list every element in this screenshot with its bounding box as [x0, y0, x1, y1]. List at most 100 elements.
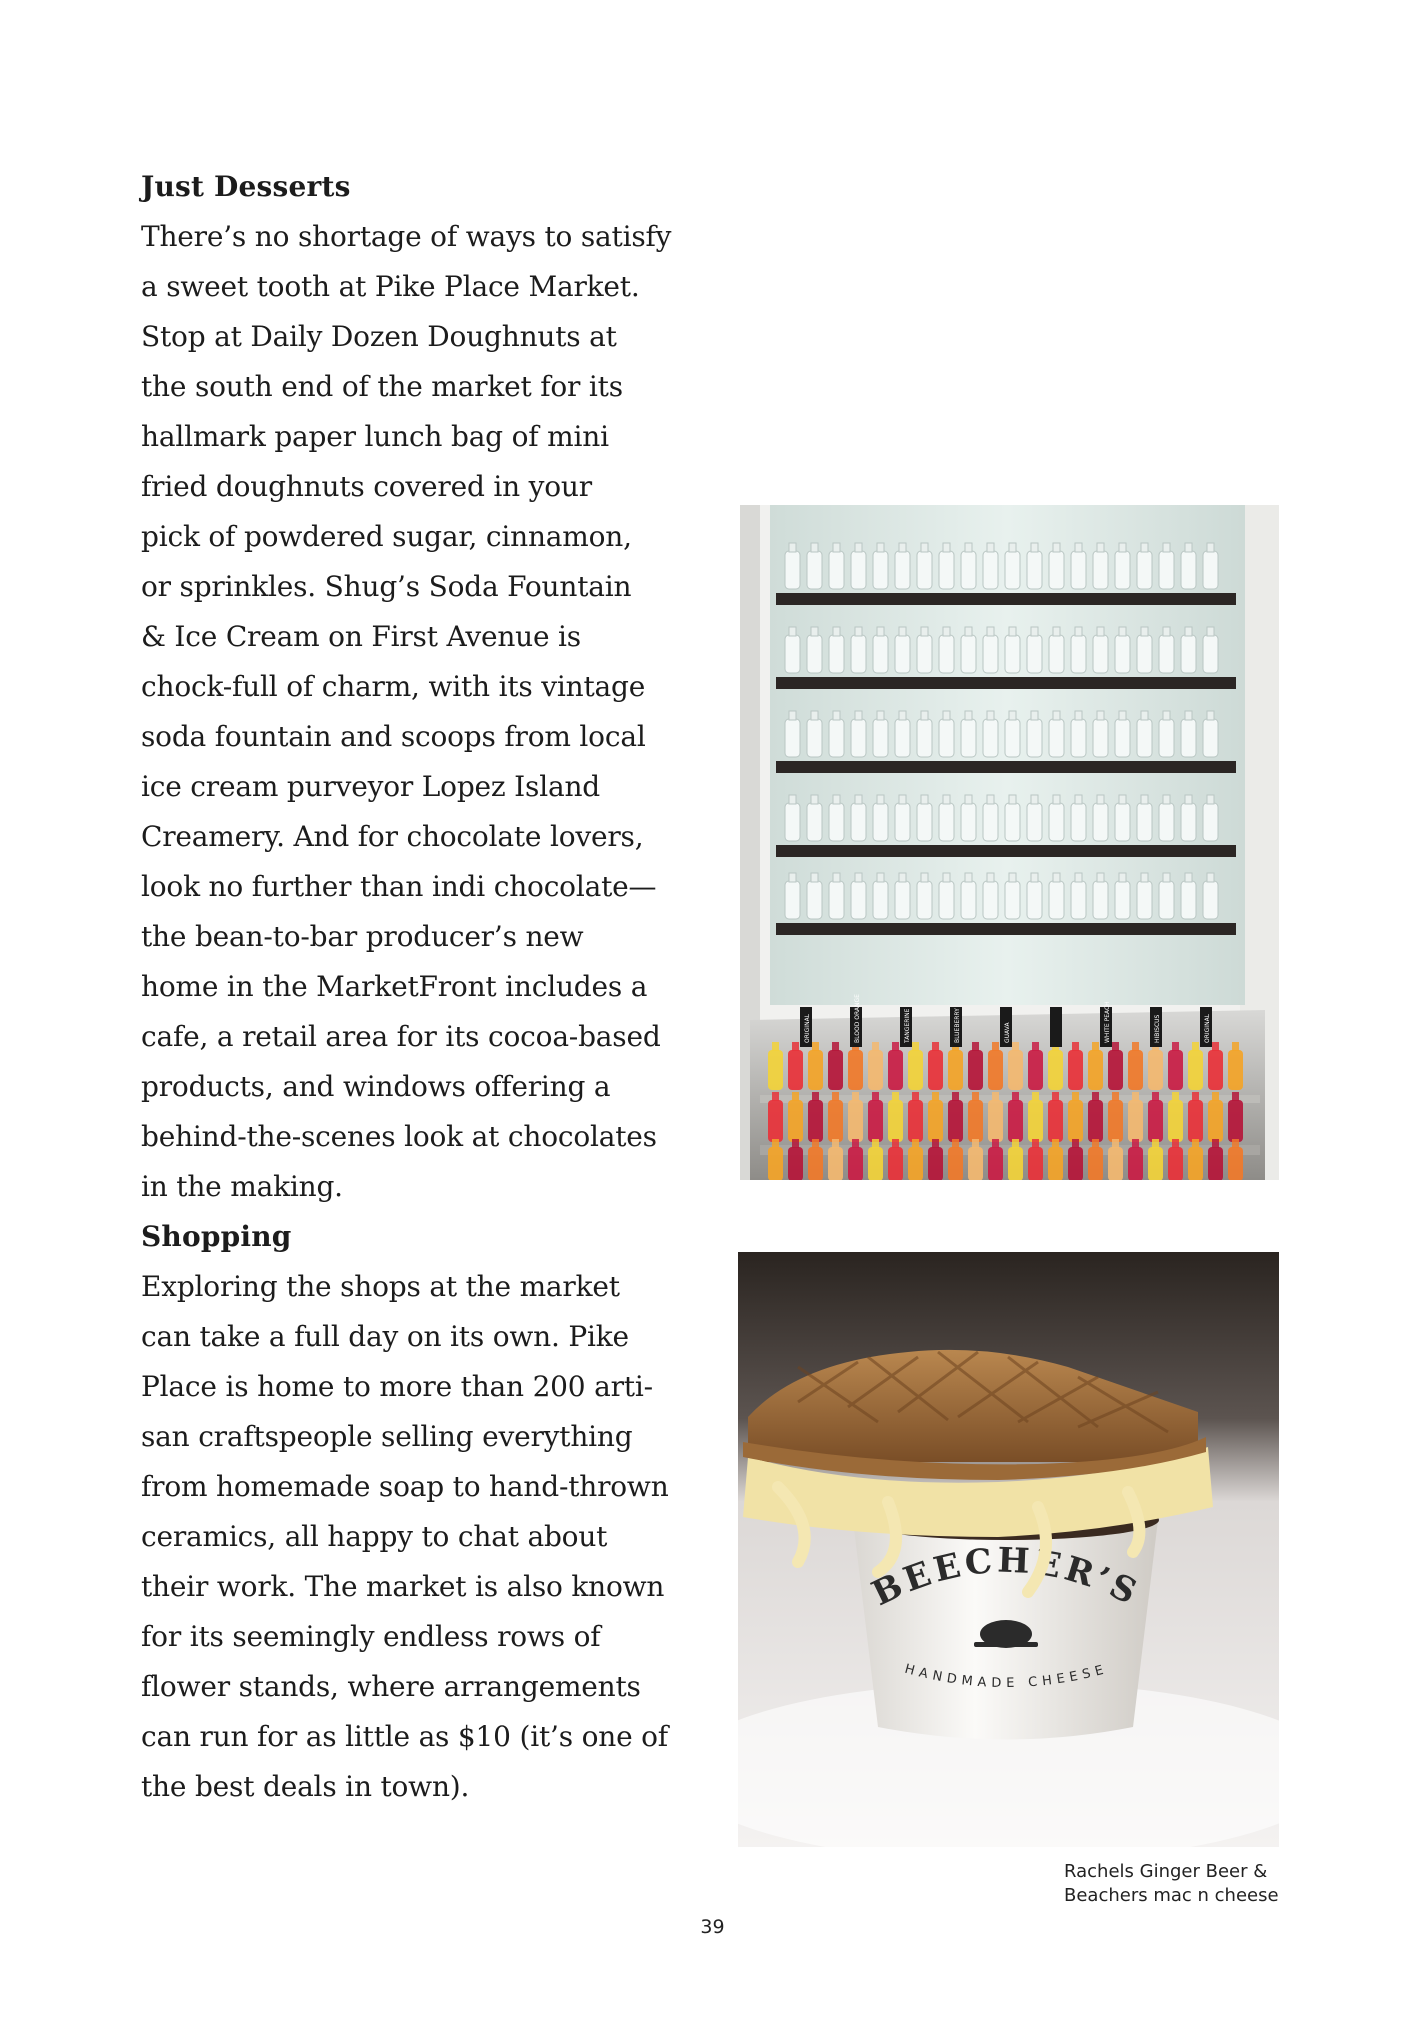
article-body: Just Desserts There’s no shortage of way…: [141, 162, 701, 1812]
flavor-label: HIBISCUS: [1150, 1007, 1162, 1047]
mac-cheese-photo: BEECHER’S HANDMADE CHEESE: [738, 1252, 1279, 1847]
flavor-label: GUAVA: [1000, 1007, 1012, 1047]
glass-bottle: [872, 802, 889, 842]
glass-bottle: [982, 550, 999, 590]
juice-bottle: [1228, 1147, 1243, 1180]
glass-bottle: [938, 550, 955, 590]
glass-bottle: [916, 634, 933, 674]
text-line: look no further than indi chocolate—: [141, 870, 657, 903]
glass-bottle: [806, 550, 823, 590]
glass-bottle: [1136, 550, 1153, 590]
juice-bottle: [868, 1100, 883, 1142]
juice-bottle: [948, 1147, 963, 1180]
juice-bottle: [1128, 1147, 1143, 1180]
juice-bottle: [1168, 1100, 1183, 1142]
text-line: Stop at Daily Dozen Doughnuts at: [141, 320, 617, 353]
mac-cheese-illustration: BEECHER’S HANDMADE CHEESE: [738, 1252, 1279, 1847]
paragraph-just-desserts: There’s no shortage of ways to satisfy a…: [141, 212, 701, 1212]
text-line: for its seemingly endless rows of: [141, 1620, 601, 1653]
glass-bottle: [960, 550, 977, 590]
juice-bottle: [908, 1147, 923, 1180]
glass-bottle: [1070, 880, 1087, 920]
text-line: Place is home to more than 200 arti-: [141, 1370, 653, 1403]
glass-bottle: [1026, 802, 1043, 842]
text-line: flower stands, where arrangements: [141, 1670, 641, 1703]
juice-bottle: [1088, 1050, 1103, 1090]
glass-bottle: [982, 880, 999, 920]
glass-bottle: [894, 802, 911, 842]
glass-bottle: [784, 802, 801, 842]
flavor-label: TANGERINE: [900, 1007, 912, 1047]
juice-bottle: [988, 1050, 1003, 1090]
glass-bottle: [850, 802, 867, 842]
text-line: cafe, a retail area for its cocoa-based: [141, 1020, 661, 1053]
glass-bottle: [872, 718, 889, 758]
glass-bottle: [1114, 718, 1131, 758]
juice-bottle: [948, 1050, 963, 1090]
glass-bottle: [1114, 550, 1131, 590]
juice-bottle: [1108, 1050, 1123, 1090]
soda-shelf-photo: ORIGINAL BLOOD ORANGE TANGERINE BLUEBERRY GU…: [740, 505, 1279, 1180]
glass-bottle: [1136, 718, 1153, 758]
glass-bottle: [828, 634, 845, 674]
glass-bottle: [1114, 634, 1131, 674]
svg-text:GUAVA: GUAVA: [1004, 1022, 1011, 1043]
glass-bottle: [1048, 550, 1065, 590]
text-line: Creamery. And for chocolate lovers,: [141, 820, 644, 853]
glass-bottle: [982, 634, 999, 674]
juice-bottle: [1228, 1100, 1243, 1142]
text-line: can run for as little as $10 (it’s one o…: [141, 1720, 668, 1753]
juice-bottle: [928, 1147, 943, 1180]
juice-bottle: [848, 1100, 863, 1142]
juice-bottle: [928, 1100, 943, 1142]
glass-bottle: [1136, 880, 1153, 920]
juice-bottle: [1108, 1100, 1123, 1142]
glass-bottle: [1092, 880, 1109, 920]
photo-caption: Rachels Ginger Beer & Beachers mac n che…: [1064, 1860, 1304, 1908]
glass-bottle: [1092, 634, 1109, 674]
juice-bottle: [1128, 1050, 1143, 1090]
glass-bottle: [1070, 802, 1087, 842]
glass-bottle: [1180, 718, 1197, 758]
soda-shelf-illustration: ORIGINAL BLOOD ORANGE TANGERINE BLUEBERRY GU…: [740, 505, 1279, 1180]
svg-text:ORIGINAL: ORIGINAL: [804, 1013, 811, 1043]
text-line: There’s no shortage of ways to satisfy: [141, 220, 672, 253]
juice-bottle: [888, 1147, 903, 1180]
glass-bottle: [1004, 718, 1021, 758]
glass-bottle: [1158, 718, 1175, 758]
caption-line-2: Beachers mac n cheese: [1064, 1885, 1279, 1906]
glass-bottle: [938, 880, 955, 920]
section-heading-shopping: Shopping: [141, 1220, 292, 1253]
juice-bottle: [1008, 1100, 1023, 1142]
glass-bottle: [916, 880, 933, 920]
glass-bottle: [1180, 802, 1197, 842]
text-line: can take a full day on its own. Pike: [141, 1320, 629, 1353]
glass-bottle: [1202, 718, 1219, 758]
text-line: Exploring the shops at the market: [141, 1270, 620, 1303]
paragraph-shopping: Exploring the shops at the market can ta…: [141, 1262, 701, 1812]
juice-bottle: [1028, 1050, 1043, 1090]
glass-bottle: [1092, 550, 1109, 590]
glass-bottle: [850, 880, 867, 920]
glass-bottle: [982, 802, 999, 842]
juice-bottle: [968, 1050, 983, 1090]
glass-bottle: [1114, 802, 1131, 842]
shelf: [776, 845, 1236, 857]
text-line: ice cream purveyor Lopez Island: [141, 770, 601, 803]
juice-bottle: [808, 1050, 823, 1090]
glass-bottle: [784, 634, 801, 674]
juice-bottle: [888, 1050, 903, 1090]
juice-bottle: [788, 1050, 803, 1090]
text-line: chock-full of charm, with its vintage: [141, 670, 646, 703]
glass-bottle: [938, 718, 955, 758]
glass-bottle: [938, 634, 955, 674]
svg-text:BLUEBERRY: BLUEBERRY: [954, 1008, 961, 1043]
glass-bottle: [1136, 634, 1153, 674]
flavor-label: BLUEBERRY: [950, 1007, 962, 1047]
glass-bottle: [1092, 802, 1109, 842]
shelf: [776, 923, 1236, 935]
juice-bottle: [1068, 1147, 1083, 1180]
juice-bottle: [908, 1050, 923, 1090]
juice-bottle: [808, 1147, 823, 1180]
glass-bottle: [828, 718, 845, 758]
